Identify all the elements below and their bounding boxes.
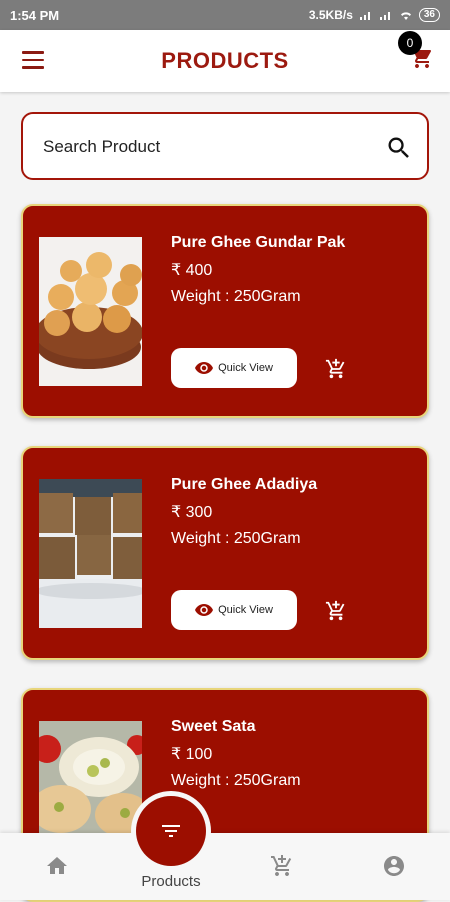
search-icon[interactable]: [385, 134, 413, 162]
product-price: ₹ 100: [171, 746, 213, 763]
quick-view-label: Quick View: [218, 604, 273, 616]
page-title: PRODUCTS: [161, 48, 289, 73]
account-icon[interactable]: [382, 854, 406, 878]
product-image: [39, 237, 142, 386]
status-bar: 1:54 PM 3.5KB/s 36: [0, 0, 450, 30]
signal-icon: [359, 12, 370, 20]
nav-label-products: Products: [141, 873, 201, 890]
battery-indicator: 36: [418, 8, 440, 22]
product-image: [39, 479, 142, 628]
add-to-cart-icon[interactable]: [325, 600, 347, 622]
product-price: ₹ 300: [171, 504, 213, 521]
product-name: Sweet Sata: [171, 718, 256, 735]
quick-view-button[interactable]: Quick View: [171, 590, 297, 630]
add-to-cart-icon[interactable]: [325, 358, 347, 380]
product-name: Pure Ghee Adadiya: [171, 476, 318, 493]
eye-icon: [195, 604, 214, 616]
filter-icon: [162, 825, 180, 837]
product-card[interactable]: Pure Ghee Adadiya ₹ 300 Weight : 250Gram…: [21, 446, 429, 660]
product-weight: Weight : 250Gram: [171, 772, 301, 789]
status-icons: 3.5KB/s 36: [309, 8, 440, 22]
filter-button[interactable]: [136, 796, 206, 866]
status-time: 1:54 PM: [10, 7, 60, 23]
product-weight: Weight : 250Gram: [171, 288, 301, 305]
product-name: Pure Ghee Gundar Pak: [171, 234, 346, 251]
product-card[interactable]: Pure Ghee Gundar Pak ₹ 400 Weight : 250G…: [21, 204, 429, 418]
network-speed: 3.5KB/s: [308, 8, 353, 22]
eye-icon: [195, 362, 214, 374]
wifi-icon: [400, 12, 411, 20]
product-price: ₹ 400: [171, 262, 213, 279]
product-weight: Weight : 250Gram: [171, 530, 301, 547]
search-input[interactable]: [43, 132, 363, 162]
cart-icon[interactable]: [270, 854, 294, 878]
search-bar: [21, 112, 429, 180]
app-header: PRODUCTS: [0, 30, 450, 92]
quick-view-button[interactable]: Quick View: [171, 348, 297, 388]
home-icon[interactable]: [45, 854, 69, 878]
bottom-navigation: [0, 833, 450, 900]
cart-count-badge: 0: [398, 31, 422, 55]
signal-icon: [379, 12, 390, 20]
quick-view-label: Quick View: [218, 362, 273, 374]
